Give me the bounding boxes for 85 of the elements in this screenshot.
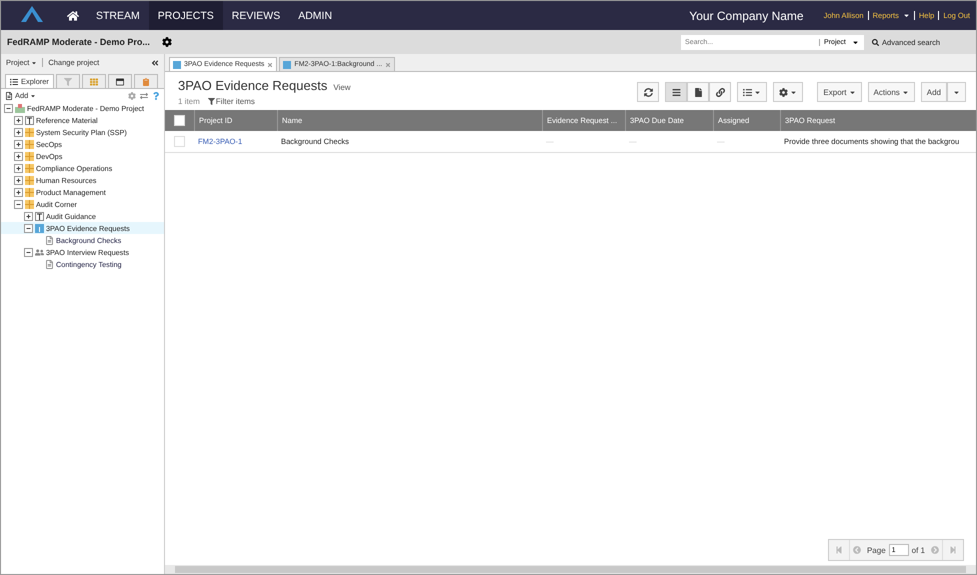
grid-icon <box>90 78 98 86</box>
nav-item[interactable]: STREAM <box>87 1 149 30</box>
home-icon <box>67 10 79 22</box>
settings-icon <box>779 88 788 96</box>
nav-item[interactable]: PROJECTS <box>148 1 223 30</box>
grid-icon <box>25 128 34 136</box>
expand-icon[interactable] <box>14 116 23 124</box>
filter-icon <box>64 78 72 86</box>
help-icon[interactable] <box>152 92 160 100</box>
document-icon <box>45 236 54 244</box>
filter-link[interactable]: Filter items <box>208 97 255 106</box>
search-icon <box>872 38 880 46</box>
list-icon <box>743 88 752 96</box>
window-icon <box>116 78 124 86</box>
caret-icon <box>848 88 856 96</box>
expand-icon[interactable] <box>14 140 23 148</box>
close-icon[interactable] <box>267 62 274 68</box>
people-icon <box>35 248 44 256</box>
clipboard-tab[interactable] <box>134 74 158 88</box>
row-checkbox[interactable] <box>174 136 185 147</box>
refresh-button[interactable] <box>637 82 660 102</box>
grid-icon <box>25 176 34 184</box>
nav-item[interactable]: REVIEWS <box>222 1 290 30</box>
grid-icon <box>25 140 34 148</box>
rows-dropdown[interactable] <box>737 82 768 102</box>
page-label: Page <box>866 546 887 554</box>
collapse-icon[interactable] <box>14 200 23 208</box>
list-view-button[interactable] <box>665 82 688 102</box>
add-button[interactable]: Add <box>920 82 947 102</box>
caret-icon <box>902 88 909 96</box>
actions-button[interactable]: Actions <box>868 82 915 102</box>
horizontal-scrollbar[interactable] <box>165 565 976 574</box>
window-tab[interactable] <box>108 74 132 88</box>
text-icon <box>35 212 44 220</box>
grid-icon <box>25 152 34 160</box>
swap-icon[interactable] <box>140 92 148 100</box>
info-icon <box>173 60 181 68</box>
link-view-button[interactable] <box>709 82 732 102</box>
expand-icon[interactable] <box>14 152 23 160</box>
document-icon <box>5 92 13 100</box>
document-icon <box>694 88 703 96</box>
expand-icon[interactable] <box>14 164 23 172</box>
settings-dropdown[interactable] <box>773 82 804 102</box>
info-icon <box>283 60 292 68</box>
expand-icon[interactable] <box>14 128 23 136</box>
expand-icon[interactable] <box>14 176 23 184</box>
list-icon <box>10 78 18 86</box>
collapse-icon[interactable] <box>24 248 33 256</box>
expand-icon[interactable] <box>24 212 33 220</box>
grid-icon <box>25 188 34 196</box>
company-name: Your Company Name <box>689 8 804 22</box>
info-icon <box>35 224 44 232</box>
text-icon <box>25 116 34 124</box>
link-icon <box>716 88 725 96</box>
caret-icon <box>953 88 960 96</box>
page-count: of 1 <box>910 546 926 554</box>
collapse-icon[interactable] <box>24 224 33 232</box>
refresh-icon <box>644 88 653 96</box>
nav-item[interactable]: ADMIN <box>289 1 342 30</box>
caret-icon <box>790 88 798 96</box>
grid-icon <box>25 164 34 172</box>
expand-icon[interactable] <box>14 188 23 196</box>
page-title: 3PAO Evidence Requests <box>178 78 328 93</box>
document-view-button[interactable] <box>687 82 710 102</box>
collapse-icon[interactable] <box>151 58 159 66</box>
filter-icon <box>208 98 215 105</box>
document-icon <box>45 260 54 268</box>
first-page-icon <box>834 546 843 554</box>
collapse-icon[interactable] <box>4 104 13 112</box>
project-title: FedRAMP Moderate - Demo Pro... <box>7 37 150 47</box>
list-icon <box>672 88 681 96</box>
caret-icon <box>852 38 859 46</box>
last-page-icon <box>949 546 957 554</box>
clipboard-icon <box>142 78 150 86</box>
item-count: 1 item <box>178 97 200 106</box>
view-link[interactable]: View <box>333 83 351 92</box>
caret-icon <box>902 12 910 19</box>
grid-icon <box>25 200 34 208</box>
caret-icon <box>30 92 36 98</box>
caret-icon <box>754 88 762 96</box>
export-button[interactable]: Export <box>817 82 862 102</box>
caret-icon <box>31 60 38 66</box>
project-icon <box>15 104 25 112</box>
settings-icon[interactable] <box>162 37 172 47</box>
select-all-checkbox[interactable] <box>174 115 185 126</box>
